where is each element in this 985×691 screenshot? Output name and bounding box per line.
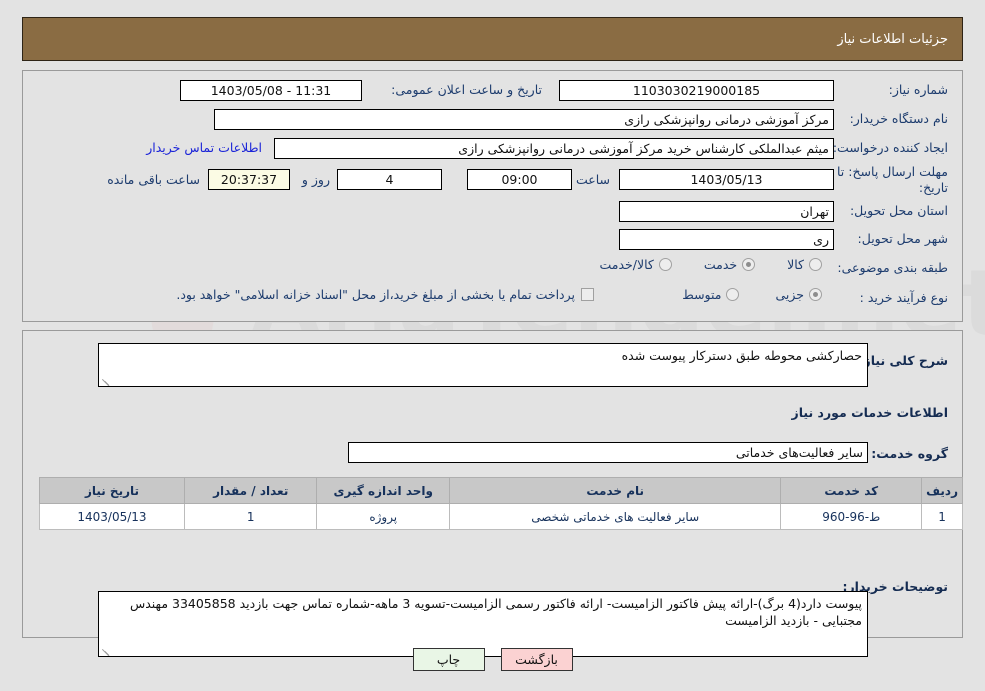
th-date: تاریخ نیاز [39,477,185,504]
process-option-motevaset[interactable]: متوسط [682,287,740,302]
buyer-org-value: مرکز آموزشی درمانی روانپزشکی رازی [214,109,834,130]
announce-datetime-value: 1403/05/08 - 11:31 [180,80,362,101]
back-button[interactable]: بازگشت [500,648,573,671]
th-name: نام خدمت [448,477,782,504]
radio-icon[interactable] [809,288,822,301]
category-option-kala[interactable]: کالا [787,257,822,272]
th-qty: تعداد / مقدار [183,477,318,504]
need-number-label: شماره نیاز: [888,82,948,97]
city-label: شهر محل تحویل: [857,231,948,246]
cell-row: 1 [921,503,963,530]
category-option-label: کالا/خدمت [599,257,654,272]
need-number-value: 1103030219000185 [559,80,834,101]
cell-code: ط-96-960 [780,503,923,530]
radio-icon[interactable] [726,288,740,301]
service-group-label: گروه خدمت: [871,446,948,461]
services-info-title: اطلاعات خدمات مورد نیاز [791,405,949,420]
checkbox-icon[interactable] [581,288,594,301]
general-desc-value: حصارکشی محوطه طبق دسترکار پیوست شده [621,348,862,363]
buyer-org-label: نام دستگاه خریدار: [849,111,948,126]
province-value: تهران [619,201,834,222]
treasury-checkbox-label: پرداخت تمام یا بخشی از مبلغ خرید،از محل … [176,287,575,302]
resize-grip-icon[interactable] [101,375,111,386]
cell-unit: پروژه [316,503,450,530]
cell-qty: 1 [183,503,318,530]
process-option-jozei[interactable]: جزیی [775,287,822,302]
table-header-row: ردیف کد خدمت نام خدمت واحد اندازه گیری ت… [39,477,963,504]
category-option-label: کالا [787,257,804,272]
th-row: ردیف [921,477,963,504]
cell-name: سایر فعالیت های خدماتی شخصی [448,503,782,530]
announce-datetime-label: تاریخ و ساعت اعلان عمومی: [391,82,542,97]
service-items-table: ردیف کد خدمت نام خدمت واحد اندازه گیری ت… [39,477,963,530]
action-button-bar: بازگشت چاپ [0,648,985,671]
category-radio-group: کالا خدمت کالا/خدمت [599,257,822,272]
need-summary-panel: شماره نیاز: 1103030219000185 تاریخ و ساع… [22,70,963,322]
process-radio-group: جزیی متوسط [682,287,822,302]
radio-icon[interactable] [742,258,756,271]
page-title: جزئیات اطلاعات نیاز [837,31,948,47]
category-option-label: خدمت [703,257,738,272]
radio-icon[interactable] [658,258,672,271]
table-row: 1 ط-96-960 سایر فعالیت های خدماتی شخصی پ… [39,503,963,530]
requester-value: میثم عبدالملکی کارشناس خرید مرکز آموزشی … [274,138,834,159]
cell-date: 1403/05/13 [39,503,185,530]
th-code: کد خدمت [780,477,923,504]
buyer-notes-value: پیوست دارد(4 برگ)-ارائه پیش فاکتور الزام… [129,596,862,628]
deadline-label: مهلت ارسال پاسخ: تا تاریخ: [837,164,948,195]
treasury-checkbox-row[interactable]: پرداخت تمام یا بخشی از مبلغ خرید،از محل … [176,287,594,302]
process-option-label: متوسط [682,287,722,302]
print-button[interactable]: چاپ [412,648,485,671]
radio-icon[interactable] [809,258,822,271]
general-desc-label: شرح کلی نیاز: [858,353,948,368]
page-title-bar: جزئیات اطلاعات نیاز [22,17,963,61]
category-label: طبقه بندی موضوعی: [837,260,948,275]
city-value: ری [619,229,834,250]
general-desc-textarea[interactable]: حصارکشی محوطه طبق دسترکار پیوست شده [98,343,868,387]
remaining-days-value: 4 [337,169,442,190]
remaining-hours-label: ساعت باقی مانده [107,172,200,187]
service-group-value: سایر فعالیت‌های خدماتی [348,442,868,463]
hour-label: ساعت [575,172,610,187]
process-label: نوع فرآیند خرید : [859,290,948,305]
page-root: AriaTender.net جزئیات اطلاعات نیاز شماره… [0,0,985,691]
buyer-contact-link[interactable]: اطلاعات تماس خریدار [146,140,262,155]
category-option-kala-khedmat[interactable]: کالا/خدمت [599,257,672,272]
process-option-label: جزیی [775,287,804,302]
countdown-timer-value: 20:37:37 [208,169,290,190]
requester-label: ایجاد کننده درخواست: [832,140,948,155]
hour-value: 09:00 [467,169,572,190]
category-option-khedmat[interactable]: خدمت [703,257,756,272]
province-label: استان محل تحویل: [849,203,948,218]
remaining-days-label: روز و [301,172,330,187]
deadline-date-value: 1403/05/13 [619,169,834,190]
th-unit: واحد اندازه گیری [316,477,450,504]
